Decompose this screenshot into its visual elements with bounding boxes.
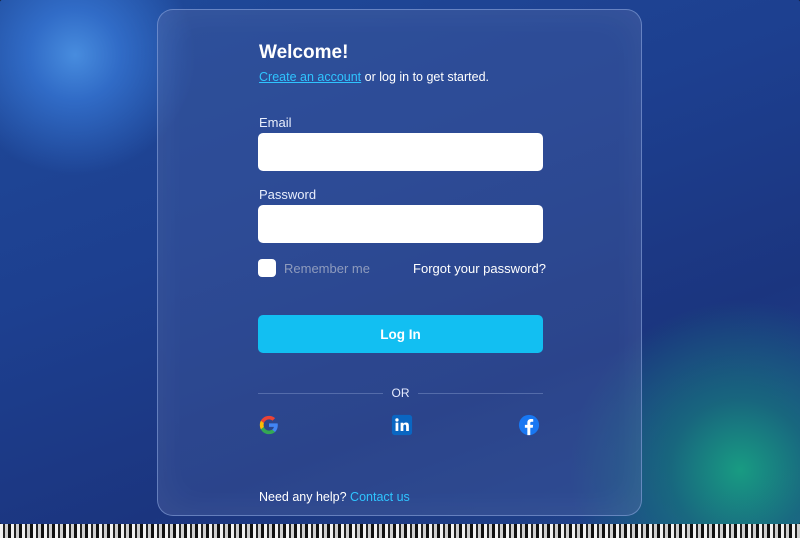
login-card: Welcome! Create an account or log in to … xyxy=(157,9,642,516)
remember-checkbox[interactable] xyxy=(258,259,276,277)
linkedin-icon xyxy=(391,414,413,436)
facebook-icon xyxy=(518,414,540,436)
or-divider: OR xyxy=(258,385,543,401)
google-login-button[interactable] xyxy=(258,414,280,436)
facebook-login-button[interactable] xyxy=(518,414,540,436)
subtitle-text: or log in to get started. xyxy=(361,70,490,84)
forgot-password-link[interactable]: Forgot your password? xyxy=(413,261,546,276)
bottom-edge-strip xyxy=(0,524,800,538)
help-text: Need any help? xyxy=(259,490,351,504)
email-field[interactable] xyxy=(258,133,543,171)
help-line: Need any help? Contact us xyxy=(259,490,410,504)
contact-us-link[interactable]: Contact us xyxy=(350,490,410,504)
divider-line-right xyxy=(418,393,543,394)
linkedin-login-button[interactable] xyxy=(391,414,413,436)
password-label: Password xyxy=(259,187,317,202)
password-field[interactable] xyxy=(258,205,543,243)
remember-row: Remember me Forgot your password? xyxy=(258,259,548,279)
create-account-link[interactable]: Create an account xyxy=(259,70,361,84)
login-button[interactable]: Log In xyxy=(258,315,543,353)
subtitle: Create an account or log in to get start… xyxy=(259,70,489,84)
page-title: Welcome! xyxy=(259,42,349,63)
remember-label: Remember me xyxy=(284,261,370,276)
google-icon xyxy=(259,415,278,435)
email-label: Email xyxy=(259,115,292,130)
